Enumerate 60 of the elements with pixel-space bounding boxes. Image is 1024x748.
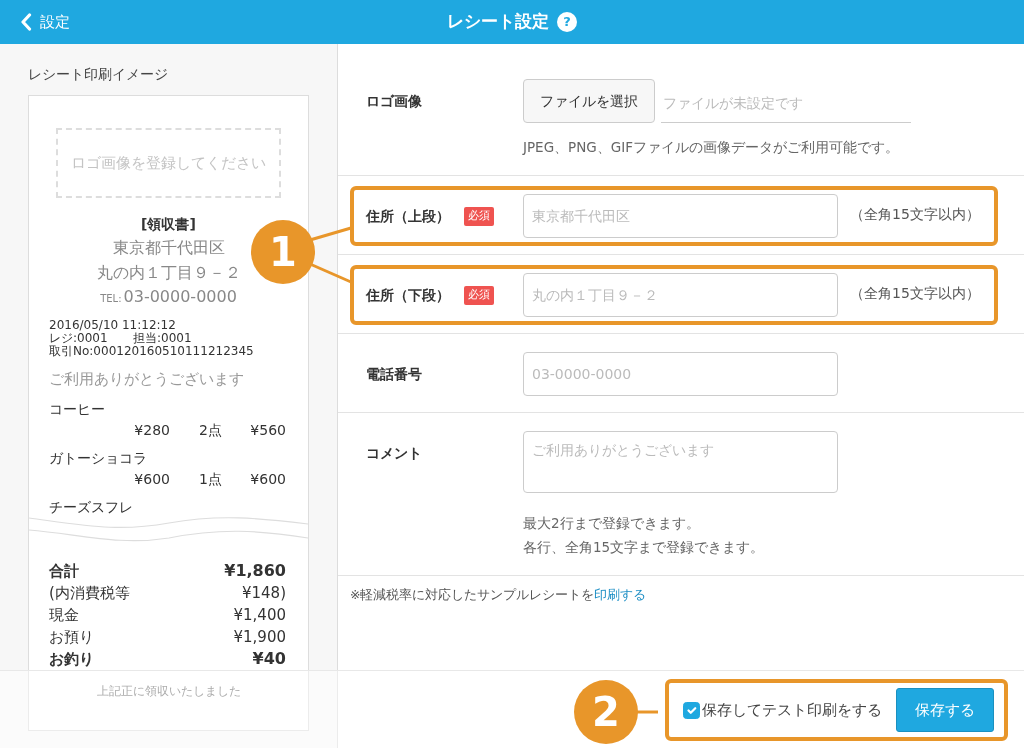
length-hint: （全角15文字以内） — [850, 205, 980, 224]
text-field[interactable]: 丸の内１丁目９－２ — [523, 273, 838, 317]
staff-text: 担当:0001 — [133, 332, 192, 345]
required-badge: 必須 — [464, 207, 494, 226]
leader-line — [636, 710, 658, 714]
total-value: ¥1,900 — [233, 626, 286, 648]
item-name: ガトーショコラ — [49, 449, 147, 466]
total-value: ¥1,400 — [233, 604, 286, 626]
required-badge: 必須 — [464, 286, 494, 305]
item-price: ¥600 — [133, 469, 170, 489]
field-label: コメント — [366, 444, 422, 463]
callout-badge: 2 — [574, 680, 638, 744]
item-name: コーヒー — [49, 400, 105, 417]
total-label: お預り — [49, 626, 94, 648]
page-title: レシート設定 — [447, 10, 549, 34]
total-label: 合計 — [49, 560, 79, 582]
help-text: JPEG、PNG、GIFファイルの画像データがご利用可能です。 — [523, 139, 900, 155]
item-quantity: 2点 — [198, 420, 222, 440]
preview-title: レシート印刷イメージ — [28, 65, 169, 84]
comment-field[interactable]: ご利用ありがとうございます — [523, 431, 838, 493]
print-link[interactable]: 印刷する — [594, 587, 647, 602]
thanks-text: ご利用ありがとうございます — [49, 370, 244, 388]
checkbox[interactable] — [683, 701, 700, 719]
placeholder-text: ロゴ画像を登録してください — [71, 152, 266, 174]
item-total: ¥600 — [249, 469, 286, 489]
address-line: 東京都千代田区 — [112, 238, 225, 257]
total-label: 現金 — [49, 604, 79, 626]
field-label: 住所（下段） — [366, 286, 450, 305]
transaction-text: 取引No:000120160510111212345 — [49, 344, 254, 358]
field-label: ロゴ画像 — [366, 92, 422, 111]
back-button[interactable]: 設定 — [20, 0, 70, 44]
datetime-text: 2016/05/10 11:12:12 — [49, 318, 176, 332]
receipt-heading: [領収書] — [140, 215, 197, 234]
file-select-button[interactable]: ファイルを選択 — [523, 79, 655, 123]
help-icon[interactable]: ? — [557, 12, 577, 32]
register-text: レジ:0001 — [49, 332, 109, 345]
total-value: ¥148) — [241, 582, 286, 604]
tel-number: 03-0000-0000 — [123, 287, 237, 306]
save-button[interactable]: 保存する — [896, 688, 994, 732]
length-hint: （全角15文字以内） — [850, 284, 980, 303]
checkbox-label[interactable]: 保存してテスト印刷をする — [702, 698, 882, 722]
total-label: (内消費税等 — [49, 582, 130, 604]
total-value: ¥40 — [252, 647, 286, 670]
text-field[interactable]: 03-0000-0000 — [523, 352, 838, 396]
back-icon — [20, 13, 32, 31]
item-total: ¥560 — [249, 420, 286, 440]
help-text: 最大2行まで登録できます。 — [523, 515, 700, 531]
item-quantity: 1点 — [198, 469, 222, 489]
closing-text: 上記正に領収いたしました — [95, 682, 242, 700]
total-label: お釣り — [49, 648, 94, 670]
tel-label: TEL: — [100, 293, 122, 304]
address-line: 丸の内１丁目９－２ — [96, 263, 241, 282]
sample-note: ※軽減税率に対応したサンプルレシートを印刷する — [350, 586, 648, 604]
field-label: 電話番号 — [366, 365, 422, 384]
field-label: 住所（上段） — [366, 207, 450, 226]
text-field[interactable]: 東京都千代田区 — [523, 194, 838, 238]
item-price: ¥280 — [133, 420, 170, 440]
help-text: 各行、全角15文字まで登録できます。 — [523, 539, 765, 555]
total-value: ¥1,860 — [224, 559, 286, 582]
item-name: チーズスフレ — [49, 498, 133, 515]
